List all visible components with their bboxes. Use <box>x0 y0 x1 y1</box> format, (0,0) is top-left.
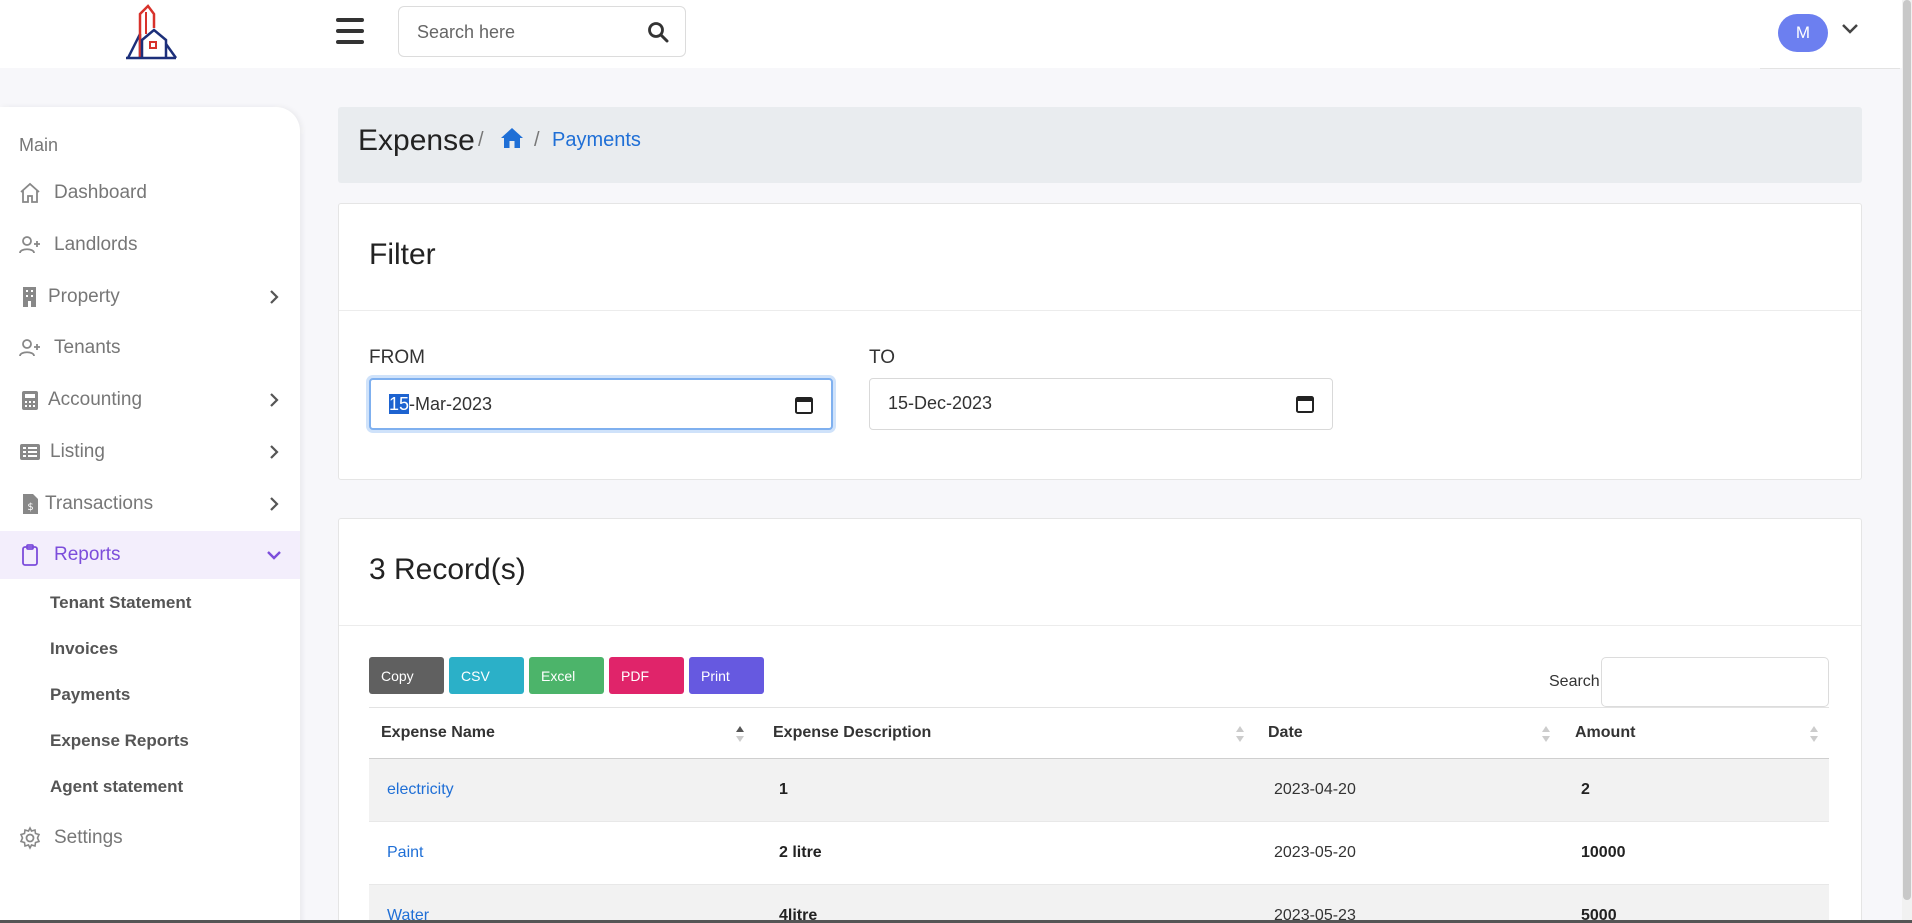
sidebar-item-label: Transactions <box>45 493 154 514</box>
sidebar-item-accounting[interactable]: Accounting <box>0 376 300 424</box>
expense-description: 2 litre <box>779 844 822 861</box>
chevron-down-icon[interactable] <box>1840 22 1860 36</box>
column-header-date[interactable]: Date <box>1268 724 1303 742</box>
chevron-down-icon <box>267 551 281 560</box>
records-title: 3 Record(s) <box>369 553 526 586</box>
copy-button[interactable]: Copy <box>369 657 444 694</box>
sidebar-item-transactions[interactable]: $ Transactions <box>0 480 300 528</box>
calendar-icon[interactable] <box>795 395 813 414</box>
sidebar-subitem-agent-statement[interactable]: Agent statement <box>50 777 183 797</box>
sort-asc-icon[interactable] <box>735 724 745 744</box>
sidebar-subitem-tenant-statement[interactable]: Tenant Statement <box>50 593 191 613</box>
home-icon[interactable] <box>500 127 524 149</box>
search-icon[interactable] <box>647 21 669 43</box>
column-header-expense-description[interactable]: Expense Description <box>773 724 931 742</box>
filter-title: Filter <box>369 238 436 271</box>
avatar[interactable]: M <box>1778 14 1828 52</box>
table-row: electricity 1 2023-04-20 2 <box>369 759 1829 822</box>
table-row: Paint 2 litre 2023-05-20 10000 <box>369 822 1829 885</box>
column-header-amount[interactable]: Amount <box>1575 724 1635 742</box>
sidebar-item-label: Property <box>48 286 120 307</box>
breadcrumb: Expense / / Payments <box>338 107 1862 183</box>
home-icon <box>20 182 40 203</box>
expense-date: 2023-04-20 <box>1274 781 1356 798</box>
table-search-label: Search: <box>1549 673 1605 690</box>
from-label: FROM <box>369 347 425 368</box>
header-divider <box>1760 68 1900 69</box>
from-day-segment[interactable]: 15 <box>389 394 410 414</box>
sidebar-item-label: Reports <box>54 544 121 565</box>
column-header-expense-name[interactable]: Expense Name <box>381 724 495 742</box>
gear-icon <box>19 826 41 850</box>
expense-description: 1 <box>779 781 788 798</box>
page-scrollbar-thumb[interactable] <box>1903 0 1911 900</box>
expense-amount: 2 <box>1581 781 1590 798</box>
building-icon <box>23 287 36 307</box>
invoice-icon: $ <box>23 494 38 514</box>
sidebar-item-label: Accounting <box>48 389 143 410</box>
breadcrumb-separator: / <box>478 129 484 151</box>
sidebar-item-reports[interactable]: Reports <box>0 531 300 579</box>
sidebar-subitem-expense-reports[interactable]: Expense Reports <box>50 731 189 751</box>
expense-date: 2023-05-20 <box>1274 844 1356 861</box>
from-date-rest: -Mar-2023 <box>409 394 493 414</box>
chevron-right-icon <box>270 497 279 511</box>
list-icon <box>20 444 40 460</box>
expense-table: Expense Name Expense Description Date Am… <box>369 707 1829 923</box>
sort-icon[interactable] <box>1809 724 1819 744</box>
divider <box>339 310 1861 311</box>
page-title: Expense <box>358 124 475 157</box>
sidebar-item-label: Tenants <box>54 337 121 358</box>
calendar-icon[interactable] <box>1296 394 1314 413</box>
sidebar: Main Dashboard Landlords Property Tenant… <box>0 107 300 923</box>
to-date-value: 15-Dec-2023 <box>888 393 993 413</box>
sidebar-item-label: Dashboard <box>54 182 147 203</box>
filter-card: Filter FROM 15-Mar-2023 TO 15-Dec-2023 <box>338 203 1862 480</box>
clipboard-icon <box>22 544 38 566</box>
sidebar-item-property[interactable]: Property <box>0 273 300 321</box>
sidebar-item-listing[interactable]: Listing <box>0 428 300 476</box>
expense-name-link[interactable]: electricity <box>387 781 454 799</box>
user-plus-icon <box>19 339 40 357</box>
print-button[interactable]: Print <box>689 657 764 694</box>
to-label: TO <box>869 347 896 368</box>
to-date-input[interactable]: 15-Dec-2023 <box>869 378 1333 430</box>
sort-icon[interactable] <box>1541 724 1551 744</box>
chevron-right-icon <box>270 445 279 459</box>
header-search <box>398 6 686 57</box>
svg-text:$: $ <box>27 502 33 513</box>
search-input[interactable] <box>417 19 637 45</box>
expense-name-link[interactable]: Paint <box>387 844 423 862</box>
chevron-right-icon <box>270 393 279 407</box>
pdf-button[interactable]: PDF <box>609 657 684 694</box>
sidebar-item-label: Settings <box>54 827 123 848</box>
breadcrumb-separator: / <box>534 129 540 151</box>
sidebar-item-tenants[interactable]: Tenants <box>0 324 300 372</box>
menu-toggle-icon[interactable] <box>336 18 364 44</box>
csv-button[interactable]: CSV <box>449 657 524 694</box>
logo-icon[interactable] <box>124 4 178 60</box>
records-card: 3 Record(s) Copy CSV Excel PDF Print Sea… <box>338 518 1862 923</box>
table-search-input[interactable] <box>1601 657 1829 707</box>
table-header: Expense Name Expense Description Date Am… <box>369 707 1829 759</box>
sidebar-subitem-invoices[interactable]: Invoices <box>50 639 118 659</box>
sidebar-item-label: Listing <box>50 441 105 462</box>
from-date-input[interactable]: 15-Mar-2023 <box>369 378 833 430</box>
excel-button[interactable]: Excel <box>529 657 604 694</box>
sidebar-item-settings[interactable]: Settings <box>0 814 300 862</box>
sort-icon[interactable] <box>1235 724 1245 744</box>
sidebar-item-label: Landlords <box>54 234 138 255</box>
sidebar-section-title: Main <box>19 135 59 155</box>
sidebar-subitem-payments[interactable]: Payments <box>50 685 130 705</box>
top-header: M <box>0 0 1912 68</box>
sidebar-item-dashboard[interactable]: Dashboard <box>0 169 300 217</box>
table-row: Water 4litre 2023-05-23 5000 <box>369 885 1829 923</box>
expense-amount: 10000 <box>1581 844 1626 861</box>
user-plus-icon <box>19 236 40 254</box>
breadcrumb-current[interactable]: Payments <box>552 129 641 152</box>
divider <box>339 625 1861 626</box>
chevron-right-icon <box>270 290 279 304</box>
calculator-icon <box>22 391 38 410</box>
sidebar-item-landlords[interactable]: Landlords <box>0 221 300 269</box>
